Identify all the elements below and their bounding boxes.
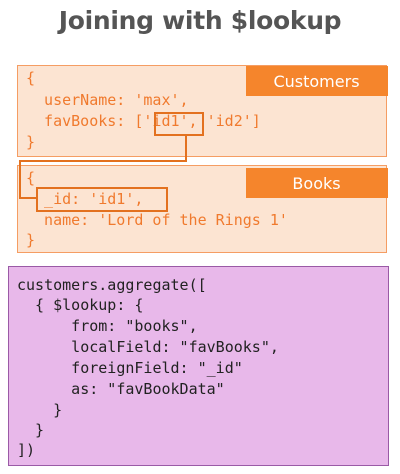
books-line: {	[26, 169, 36, 187]
aggregate-code-block: customers.aggregate([ { $lookup: { from:…	[8, 266, 389, 466]
customers-document: Customers { userName: 'max', favBooks: […	[17, 65, 388, 157]
books-line: name: 'Lord of the Rings 1'	[26, 211, 288, 229]
code-line: localField: "favBooks",	[17, 338, 279, 356]
customers-line: }	[26, 133, 36, 151]
customers-line: {	[26, 69, 36, 87]
customers-line: userName: 'max',	[26, 91, 189, 109]
code-line: from: "books",	[17, 317, 198, 335]
code-line: foreignField: "_id"	[17, 359, 243, 377]
customers-line: favBooks: ['id1', 'id2']	[26, 112, 261, 130]
books-tag: Books	[245, 168, 388, 198]
books-line: }	[26, 231, 36, 249]
id1-highlight-box	[154, 112, 204, 136]
code-line: }	[17, 401, 63, 419]
slide-title: Joining with $lookup	[58, 6, 342, 35]
code-line: { $lookup: {	[17, 296, 144, 314]
id-highlight-box	[36, 187, 168, 212]
code-line: as: "favBookData"	[17, 380, 225, 398]
books-document: Books { _id: 'id1', name: 'Lord of the R…	[17, 165, 388, 253]
code-line: }	[17, 421, 45, 439]
code-line: customers.aggregate([	[17, 276, 207, 294]
customers-tag: Customers	[245, 66, 388, 96]
code-line: ])	[17, 441, 36, 459]
